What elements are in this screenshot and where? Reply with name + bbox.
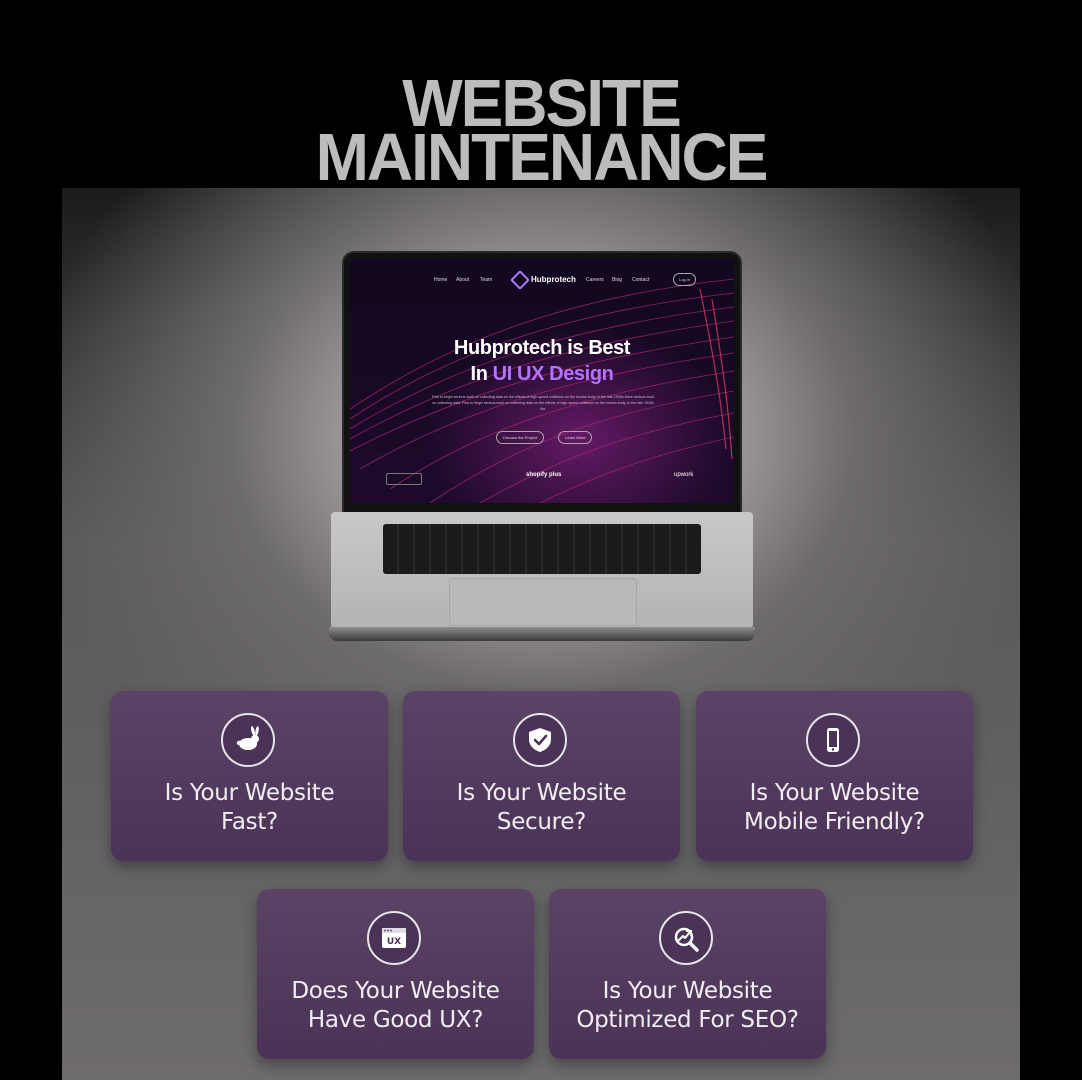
ux-browser-icon: UX [367,911,421,965]
trackpad [449,578,637,626]
site-logo[interactable]: Hubprotech [510,270,576,290]
card-fast-line-1: Is Your Website [164,780,335,806]
website-preview: Home About Team Careers Blog Contact Hub… [350,259,734,503]
brand-name: Hubprotech [531,275,576,285]
seo-chart-magnifier-icon [659,911,713,965]
nav-team[interactable]: Team [480,277,492,283]
hero-prefix: In [470,363,493,385]
nav-careers[interactable]: Careers [586,277,604,283]
partner-badge [386,473,422,485]
card-secure-label: Is Your Website Secure? [413,779,670,837]
hero-headline-2: In UI UX Design [350,363,734,386]
smartphone-icon [806,713,860,767]
laptop-screen: Home About Team Careers Blog Contact Hub… [344,253,740,515]
card-fast-line-2: Fast? [221,809,278,835]
discuss-project-button[interactable]: Discuss the Project [496,431,545,444]
learn-more-button[interactable]: Learn More [558,431,593,444]
card-ux: UX Does Your Website Have Good UX? [257,889,534,1059]
card-seo-line-1: Is Your Website [602,978,773,1004]
card-seo-line-2: Optimized For SEO? [576,1007,799,1033]
card-mobile-line-2: Mobile Friendly? [744,809,925,835]
nav-about[interactable]: About [456,277,469,283]
nav-home[interactable]: Home [434,277,447,283]
keyboard [383,524,701,574]
brand-diamond-icon [510,270,530,290]
title-line-2: MAINTENANCE [315,119,769,195]
upwork-logo: upwork [674,472,694,478]
login-button[interactable]: Log in [673,273,696,286]
nav-blog[interactable]: Blog [612,277,622,283]
card-seo-label: Is Your Website Optimized For SEO? [559,977,816,1035]
card-secure-line-1: Is Your Website [456,780,627,806]
card-fast: Is Your Website Fast? [111,691,388,861]
hero-accent: UI UX Design [492,363,614,385]
card-ux-line-2: Have Good UX? [307,1007,484,1033]
laptop-deck [331,512,753,630]
hero-description: First to begin serious work on collectin… [431,395,654,411]
card-secure: Is Your Website Secure? [403,691,680,861]
svg-text:UX: UX [387,937,401,947]
card-ux-label: Does Your Website Have Good UX? [267,977,524,1035]
card-mobile: Is Your Website Mobile Friendly? [696,691,973,861]
nav-contact[interactable]: Contact [632,277,649,283]
card-ux-line-1: Does Your Website [291,978,500,1004]
card-secure-line-2: Secure? [496,809,587,835]
card-fast-label: Is Your Website Fast? [121,779,378,837]
card-mobile-label: Is Your Website Mobile Friendly? [706,779,963,837]
laptop-base-edge [329,627,755,641]
card-mobile-line-1: Is Your Website [749,780,920,806]
rabbit-icon [221,713,275,767]
hero-headline-1: Hubprotech is Best [453,337,631,359]
card-seo: Is Your Website Optimized For SEO? [549,889,826,1059]
shield-check-icon [513,713,567,767]
page-title: WEBSITE MAINTENANCE [0,69,1082,195]
shopify-logo: shopify plus [526,472,562,478]
